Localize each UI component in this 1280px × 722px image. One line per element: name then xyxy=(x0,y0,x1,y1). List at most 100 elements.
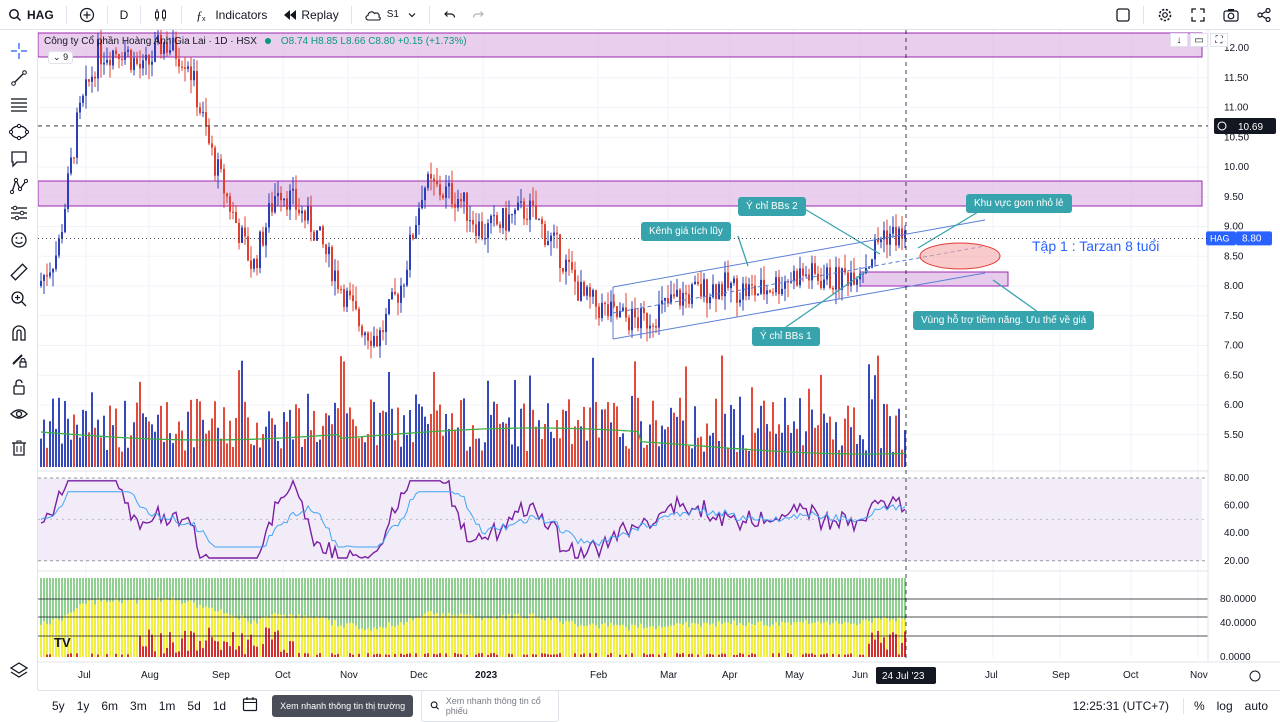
stock-search-field[interactable]: Xem nhanh thông tin cổ phiếu xyxy=(421,689,560,722)
candle-body xyxy=(775,277,777,293)
chart-type-button[interactable] xyxy=(145,0,177,30)
prediction-tool[interactable] xyxy=(5,201,33,225)
callout-small-zone[interactable]: Khu vực gom nhỏ lẻ xyxy=(966,194,1072,213)
stay-in-drawing-tool[interactable] xyxy=(5,348,33,372)
auto-toggle[interactable]: auto xyxy=(1239,699,1274,713)
callout-bbs2[interactable]: Ý chỉ BBs 2 xyxy=(738,197,806,216)
osc-bar-yellow xyxy=(436,613,438,657)
range-5d[interactable]: 5d xyxy=(181,699,206,713)
volume-bar xyxy=(601,409,603,467)
interval-button[interactable]: D xyxy=(112,0,137,30)
volume-bar xyxy=(544,423,546,467)
zoom-tool[interactable] xyxy=(5,287,33,311)
range-1y[interactable]: 1y xyxy=(71,699,96,713)
episode-label[interactable]: Tập 1 : Tarzan 8 tuổi xyxy=(1032,238,1159,254)
share-button[interactable] xyxy=(1248,0,1280,30)
callout-channel[interactable]: Kênh giá tích lũy xyxy=(641,222,731,241)
volume-bar xyxy=(871,399,873,467)
candle-body xyxy=(436,181,438,185)
price-scale[interactable]: 12.0011.5011.0010.5010.009.509.008.508.0… xyxy=(1206,30,1280,663)
volume-bar xyxy=(190,399,192,467)
chart-legend[interactable]: Công ty Cổ phần Hoàng Anh Gia Lai · 1D ·… xyxy=(44,34,467,48)
candle-body xyxy=(190,66,192,81)
volume-bar xyxy=(397,407,399,467)
callout-support-zone[interactable]: Vùng hỗ trợ tiềm năng. Ưu thế về giá xyxy=(913,311,1095,330)
volume-bar xyxy=(643,447,645,467)
candle-body xyxy=(823,279,825,288)
fullscreen-button[interactable] xyxy=(1182,0,1214,30)
fib-tool[interactable] xyxy=(5,93,33,117)
osc-bar-red xyxy=(409,653,411,657)
hide-drawings-tool[interactable] xyxy=(5,402,33,426)
symbol-search[interactable]: HAG xyxy=(0,0,62,30)
price-tick: 7.00 xyxy=(1224,341,1244,352)
volume-bar xyxy=(862,439,864,467)
lock-drawings-tool[interactable] xyxy=(5,375,33,399)
undo-button[interactable] xyxy=(434,0,464,30)
volume-bar xyxy=(223,407,225,467)
osc-bar-yellow xyxy=(520,616,522,657)
range-3m[interactable]: 3m xyxy=(124,699,153,713)
volume-bar xyxy=(775,433,777,467)
candle-body xyxy=(67,173,69,209)
snapshot-button[interactable] xyxy=(1214,0,1248,30)
range-6m[interactable]: 6m xyxy=(95,699,124,713)
measure-tool[interactable] xyxy=(5,260,33,284)
crosshair-tool[interactable] xyxy=(5,39,33,63)
range-1m[interactable]: 1m xyxy=(153,699,182,713)
icon-tool[interactable] xyxy=(5,228,33,252)
log-toggle[interactable]: log xyxy=(1211,699,1239,713)
legend-collapse-button[interactable]: ⌄ 9 xyxy=(48,51,74,64)
volume-bar xyxy=(385,412,387,467)
volume-bar xyxy=(652,400,654,467)
candle-body xyxy=(901,228,903,239)
osc-bar-yellow xyxy=(124,599,126,657)
volume-bar xyxy=(739,396,741,467)
annotation-tool[interactable] xyxy=(5,147,33,171)
volume-bar xyxy=(427,423,429,467)
osc-bar-yellow xyxy=(769,626,771,657)
range-5y[interactable]: 5y xyxy=(46,699,71,713)
settings-button[interactable] xyxy=(1148,0,1182,30)
chart-canvas[interactable]: TV 12.0011.5011.0010.5010.009.509.008.50… xyxy=(38,30,1280,690)
osc-bar-red xyxy=(820,654,822,657)
replay-button[interactable]: Replay xyxy=(275,0,346,30)
osc-bar-red xyxy=(403,654,405,657)
redo-icon xyxy=(472,10,484,18)
fullscreen-toggle-button[interactable] xyxy=(1107,0,1139,30)
time-axis[interactable]: Jul Aug Sep Oct Nov Dec 2023 Feb Mar Apr May Jun Jul… xyxy=(38,661,1280,681)
volume-bar xyxy=(280,448,282,467)
compare-button[interactable] xyxy=(71,0,103,30)
pattern-tool[interactable] xyxy=(5,174,33,198)
time-label: Jul xyxy=(78,670,91,681)
trend-line-tool[interactable] xyxy=(5,66,33,90)
market-news-button[interactable]: Xem nhanh thông tin thị trường xyxy=(272,694,414,717)
candle-body xyxy=(241,227,243,243)
indicators-button[interactable]: ƒx Indicators xyxy=(186,0,275,30)
magnet-tool[interactable] xyxy=(5,321,33,345)
candle-body xyxy=(139,63,141,69)
osc-bar-yellow xyxy=(370,630,372,657)
osc-bar-red xyxy=(250,634,252,657)
minimize-pane-icon[interactable]: ▭ xyxy=(1190,33,1208,47)
percent-toggle[interactable]: % xyxy=(1188,699,1211,713)
maximize-pane-icon[interactable]: ⛶ xyxy=(1210,33,1228,47)
osc-bar-red xyxy=(127,654,129,657)
candle-body xyxy=(259,231,261,269)
callout-bbs1[interactable]: Ý chỉ BBs 1 xyxy=(752,327,820,346)
osc-bar-red xyxy=(643,653,645,657)
candle-body xyxy=(253,258,255,269)
clock[interactable]: 12:25:31 (UTC+7) xyxy=(1067,699,1175,713)
range-1d[interactable]: 1d xyxy=(207,699,232,713)
candle-body xyxy=(790,281,792,283)
redo-button[interactable] xyxy=(464,0,494,30)
layout-button[interactable]: S1 xyxy=(356,0,425,30)
date-range-button[interactable] xyxy=(236,696,264,715)
remove-drawings-tool[interactable] xyxy=(5,436,33,460)
osc-bar-yellow xyxy=(754,625,756,657)
volume-bar xyxy=(151,424,153,467)
object-tree-tool[interactable] xyxy=(5,658,33,682)
volume-bar xyxy=(532,409,534,467)
shape-tool[interactable] xyxy=(5,120,33,144)
arrow-down-icon[interactable]: ↓ xyxy=(1170,33,1188,47)
